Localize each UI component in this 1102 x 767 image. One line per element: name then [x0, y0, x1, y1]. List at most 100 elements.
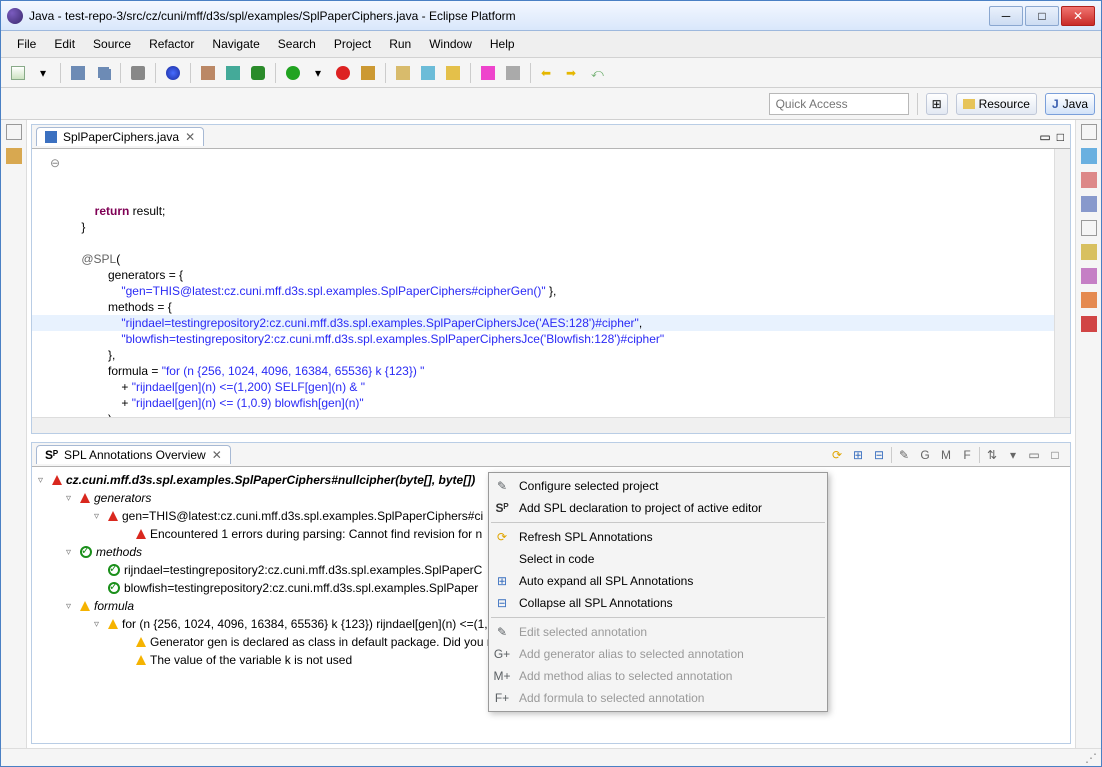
java-perspective-button[interactable]: JJava — [1045, 93, 1095, 115]
print-icon[interactable] — [127, 62, 149, 84]
editor-tab[interactable]: SplPaperCiphers.java ✕ — [36, 127, 204, 146]
collapse-all-icon[interactable]: ⊟ — [870, 446, 888, 464]
new-class-icon[interactable] — [417, 62, 439, 84]
restore-icon[interactable] — [6, 124, 22, 140]
minimize-view-icon[interactable]: ▭ — [1025, 446, 1043, 464]
menu-navigate[interactable]: Navigate — [204, 35, 267, 53]
new-icon[interactable] — [7, 62, 29, 84]
collapse-icon: ⊟ — [493, 595, 511, 611]
dropdown-icon[interactable]: ▾ — [32, 62, 54, 84]
minimize-button[interactable]: ─ — [989, 6, 1023, 26]
menu-bar: File Edit Source Refactor Navigate Searc… — [1, 31, 1101, 58]
warning-icon — [108, 619, 118, 629]
minimize-view-icon[interactable]: ▭ — [1039, 130, 1050, 144]
menu-search[interactable]: Search — [270, 35, 324, 53]
f-icon: F+ — [493, 690, 511, 706]
expand-all-icon[interactable]: ⊞ — [849, 446, 867, 464]
coverage-icon[interactable] — [357, 62, 379, 84]
ctx-select-in-code[interactable]: Select in code — [489, 548, 827, 570]
collapse-icon[interactable]: ▿ — [66, 547, 76, 558]
ok-icon — [80, 546, 92, 558]
run-ext-icon[interactable] — [332, 62, 354, 84]
save-icon[interactable] — [67, 62, 89, 84]
menu-separator — [491, 617, 825, 618]
m-icon[interactable]: M — [937, 446, 955, 464]
ctx-add-method: M+ Add method alias to selected annotati… — [489, 665, 827, 687]
close-tab-icon[interactable]: ✕ — [212, 448, 222, 462]
run-icon[interactable] — [282, 62, 304, 84]
ctx-label: Configure selected project — [519, 479, 658, 493]
separator — [979, 447, 980, 463]
link-icon[interactable]: ⇅ — [983, 446, 1001, 464]
tree-label: methods — [96, 545, 142, 559]
collapse-icon[interactable]: ▿ — [94, 619, 104, 630]
ctx-add-spl-declaration[interactable]: Sᴾ Add SPL declaration to project of act… — [489, 497, 827, 519]
javadoc-icon[interactable] — [1081, 268, 1097, 284]
breakpoints-icon[interactable] — [1081, 292, 1097, 308]
maximize-view-icon[interactable]: □ — [1046, 446, 1064, 464]
restore-icon-2[interactable] — [1081, 220, 1097, 236]
collapse-icon[interactable]: ▿ — [66, 601, 76, 612]
fold-gutter[interactable]: ⊖ — [50, 155, 60, 171]
expand-icon: ⊞ — [493, 573, 511, 589]
main-toolbar: ▾ ▾ ⬅ ➡ ⤺ — [1, 58, 1101, 88]
collapse-icon[interactable]: ▿ — [94, 511, 104, 522]
ctx-auto-expand[interactable]: ⊞ Auto expand all SPL Annotations — [489, 570, 827, 592]
menu-refactor[interactable]: Refactor — [141, 35, 202, 53]
run-dropdown-icon[interactable]: ▾ — [307, 62, 329, 84]
ctx-refresh-annotations[interactable]: ⟳ Refresh SPL Annotations — [489, 526, 827, 548]
nav-back-icon[interactable]: ⬅ — [537, 62, 559, 84]
menu-file[interactable]: File — [9, 35, 44, 53]
collapse-icon[interactable]: ▿ — [66, 493, 76, 504]
task-icon[interactable] — [502, 62, 524, 84]
menu-source[interactable]: Source — [85, 35, 139, 53]
outline-icon[interactable] — [1081, 148, 1097, 164]
build-icon[interactable] — [197, 62, 219, 84]
nav-forward-icon[interactable]: ➡ — [562, 62, 584, 84]
refresh-icon[interactable]: ⟳ — [828, 446, 846, 464]
code-editor[interactable]: return result; } @SPL( generators = { "g… — [32, 149, 1070, 417]
menu-window[interactable]: Window — [421, 35, 480, 53]
quick-access-input[interactable] — [769, 93, 909, 115]
edit-icon[interactable]: ✎ — [895, 446, 913, 464]
open-type-icon[interactable] — [442, 62, 464, 84]
tree-label: for (n {256, 1024, 4096, 16384, 65536} k… — [122, 617, 488, 631]
horizontal-scrollbar[interactable] — [32, 417, 1070, 433]
f-icon[interactable]: F — [958, 446, 976, 464]
restore-icon[interactable] — [1081, 124, 1097, 140]
folder-icon — [963, 99, 975, 109]
menu-project[interactable]: Project — [326, 35, 379, 53]
nav-last-icon[interactable]: ⤺ — [587, 62, 609, 84]
open-perspective-button[interactable]: ⊞ — [926, 93, 948, 115]
save-all-icon[interactable] — [92, 62, 114, 84]
debug-icon[interactable] — [247, 62, 269, 84]
ctx-collapse-all[interactable]: ⊟ Collapse all SPL Annotations — [489, 592, 827, 614]
maximize-button[interactable]: □ — [1025, 6, 1059, 26]
error-log-icon[interactable] — [1081, 316, 1097, 332]
task-list-icon[interactable] — [1081, 172, 1097, 188]
close-button[interactable]: ✕ — [1061, 6, 1095, 26]
view-menu-icon[interactable]: ▾ — [1004, 446, 1022, 464]
pin-icon[interactable] — [162, 62, 184, 84]
collapse-icon[interactable]: ▿ — [38, 475, 48, 486]
new-package-icon[interactable] — [392, 62, 414, 84]
maximize-view-icon[interactable]: □ — [1057, 130, 1064, 144]
declaration-icon[interactable] — [1081, 244, 1097, 260]
debug-config-icon[interactable] — [222, 62, 244, 84]
hierarchy-icon[interactable] — [1081, 196, 1097, 212]
tree-label: formula — [94, 599, 134, 613]
package-explorer-icon[interactable] — [6, 148, 22, 164]
annotations-tab[interactable]: Sᴾ SPL Annotations Overview ✕ — [36, 445, 231, 464]
menu-help[interactable]: Help — [482, 35, 523, 53]
resource-perspective-button[interactable]: Resource — [956, 93, 1037, 115]
g-icon[interactable]: G — [916, 446, 934, 464]
g-icon: G+ — [493, 646, 511, 662]
separator — [917, 93, 918, 115]
spl-icon: Sᴾ — [45, 448, 58, 462]
ctx-configure-project[interactable]: ✎ Configure selected project — [489, 475, 827, 497]
menu-run[interactable]: Run — [381, 35, 419, 53]
tree-label: gen=THIS@latest:cz.cuni.mff.d3s.spl.exam… — [122, 509, 483, 523]
menu-edit[interactable]: Edit — [46, 35, 83, 53]
search-icon[interactable] — [477, 62, 499, 84]
close-tab-icon[interactable]: ✕ — [185, 130, 195, 144]
